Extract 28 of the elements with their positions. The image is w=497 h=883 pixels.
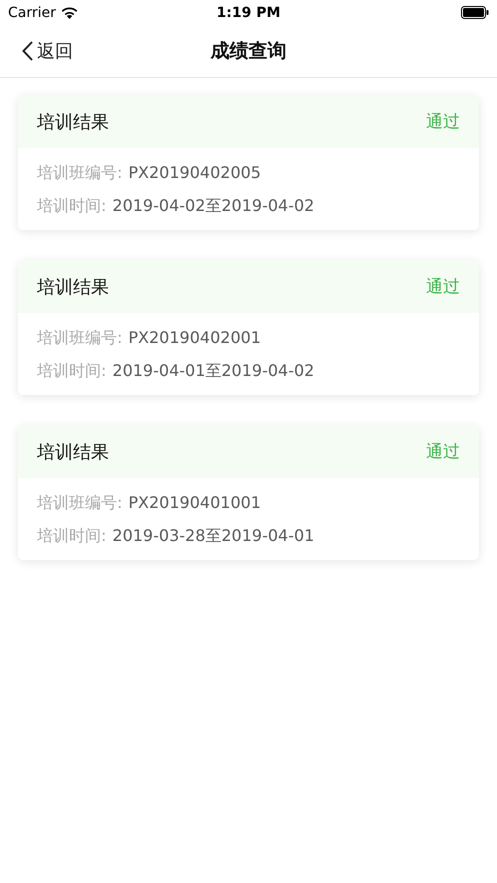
card-title: 培训结果 (37, 276, 109, 298)
wifi-icon (60, 6, 78, 18)
field-label: 培训班编号: (37, 327, 122, 348)
field-value: 2019-04-02至2019-04-02 (112, 195, 314, 216)
result-card[interactable]: 培训结果 通过 培训班编号: PX20190402005 培训时间: 2019-04-02至2019-04-02 (18, 95, 479, 230)
field-value: 2019-04-01至2019-04-02 (112, 360, 314, 381)
field-value: PX20190401001 (128, 492, 261, 513)
field-value: 2019-03-28至2019-04-01 (112, 525, 314, 546)
result-card[interactable]: 培训结果 通过 培训班编号: PX20190402001 培训时间: 2019-04-01至2019-04-02 (18, 260, 479, 395)
result-card[interactable]: 培训结果 通过 培训班编号: PX20190401001 培训时间: 2019-03-28至2019-04-01 (18, 425, 479, 560)
status-text: 通过 (426, 276, 460, 298)
status-time: 1:19 PM (216, 4, 280, 20)
card-title: 培训结果 (37, 440, 109, 464)
card-title: 培训结果 (37, 110, 109, 134)
status-text: 通过 (426, 111, 460, 133)
status-text: 通过 (426, 441, 460, 463)
field-label: 培训时间: (37, 195, 106, 216)
field-label: 培训班编号: (37, 162, 122, 183)
back-button[interactable]: 返回 (0, 38, 79, 64)
field-label: 培训班编号: (37, 492, 122, 513)
carrier-label: Carrier (8, 4, 56, 20)
field-label: 培训时间: (37, 525, 106, 546)
field-value: PX20190402001 (128, 327, 261, 348)
page-title: 成绩查询 (210, 40, 286, 62)
field-value: PX20190402005 (128, 162, 261, 183)
field-label: 培训时间: (37, 360, 106, 381)
battery-icon (460, 6, 489, 19)
chevron-left-icon (22, 41, 33, 61)
